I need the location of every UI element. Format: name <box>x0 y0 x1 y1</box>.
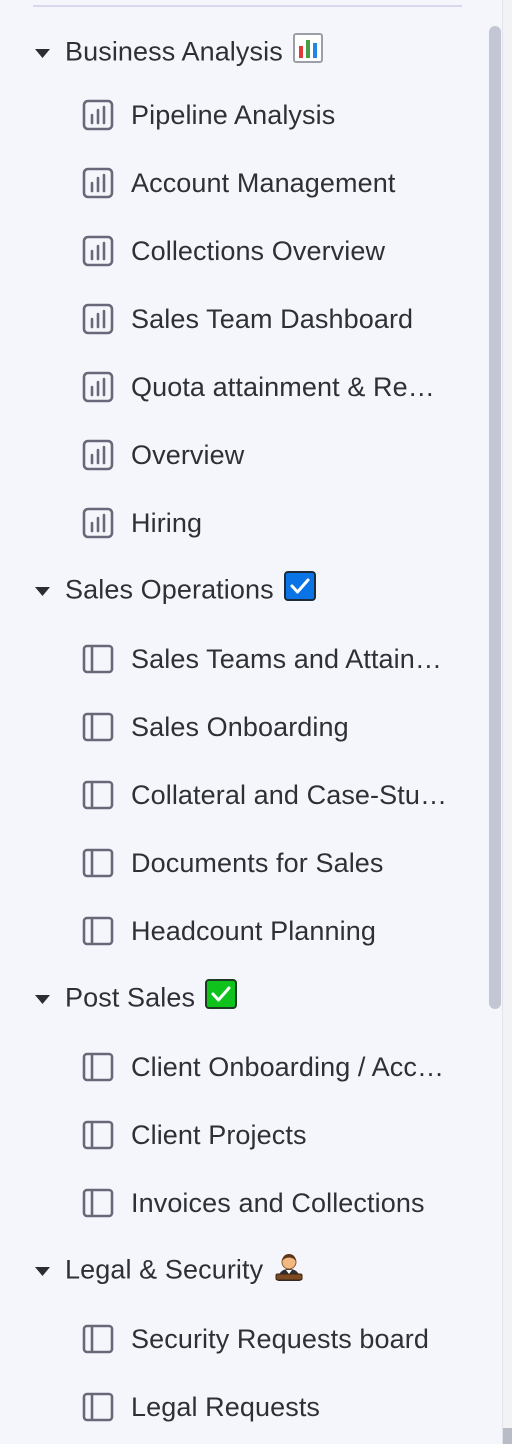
section-title-text: Legal & Security <box>65 1254 264 1285</box>
page-scrollbar-thumb[interactable] <box>503 1428 512 1444</box>
sidebar-item-label: Security Requests board <box>131 1323 429 1354</box>
sidebar-item-collections-overview[interactable]: Collections Overview <box>0 220 470 282</box>
sidebar-item-hiring[interactable]: Hiring <box>0 492 470 554</box>
sidebar-item-security-requests-board[interactable]: Security Requests board <box>0 1308 470 1370</box>
sidebar-item-collateral-and-case-studies[interactable]: Collateral and Case-Stu… <box>0 764 470 826</box>
sidebar-item-label: Headcount Planning <box>131 915 376 946</box>
section-title: Post Sales <box>65 978 238 1018</box>
caret-down-icon[interactable] <box>34 583 51 600</box>
sidebar-item-label: Sales Team Dashboard <box>131 303 414 334</box>
board-icon <box>82 643 114 675</box>
caret-down-icon[interactable] <box>34 991 51 1008</box>
blue-checkbox-emoji-icon <box>283 570 316 608</box>
sidebar-item-client-projects[interactable]: Client Projects <box>0 1104 470 1166</box>
board-icon <box>82 1391 114 1423</box>
sidebar-item-label: Quota attainment & Rep… <box>131 371 449 402</box>
board-icon <box>82 1187 114 1219</box>
sidebar-item-label: Invoices and Collections <box>131 1187 425 1218</box>
sidebar-item-label: Account Management <box>131 167 396 198</box>
section-header-sales-operations[interactable]: Sales Operations <box>0 560 470 622</box>
sidebar-item-account-management[interactable]: Account Management <box>0 152 470 214</box>
sidebar-item-sales-onboarding[interactable]: Sales Onboarding <box>0 696 470 758</box>
board-icon <box>82 915 114 947</box>
sidebar-item-label: Legal Requests <box>131 1391 321 1422</box>
section-title: Sales Operations <box>65 570 316 610</box>
bar-chart-icon <box>82 99 114 131</box>
board-icon <box>82 779 114 811</box>
scrollbar-thumb[interactable] <box>489 26 501 1009</box>
sidebar-item-label: Hiring <box>131 507 203 538</box>
sidebar-item-pipeline-analysis[interactable]: Pipeline Analysis <box>0 84 470 146</box>
bar-chart-icon <box>82 371 114 403</box>
sidebar-item-label: Documents for Sales <box>131 847 384 878</box>
board-icon <box>82 847 114 879</box>
section-header-post-sales[interactable]: Post Sales <box>0 968 470 1030</box>
caret-down-icon[interactable] <box>34 1263 51 1280</box>
sidebar-item-sales-teams-and-attainment[interactable]: Sales Teams and Attain… <box>0 628 470 690</box>
sidebar-item-headcount-planning[interactable]: Headcount Planning <box>0 900 470 962</box>
sidebar-item-label: Collateral and Case-Stu… <box>131 779 448 810</box>
sidebar: Business Analysis Pipeline Analysis Acco… <box>0 0 502 1444</box>
sidebar-item-overview[interactable]: Overview <box>0 424 470 486</box>
board-icon <box>82 1323 114 1355</box>
sidebar-item-label: Client Projects <box>131 1119 307 1150</box>
section-title-text: Post Sales <box>65 982 196 1013</box>
sidebar-item-label: Client Onboarding / Acc… <box>131 1051 445 1082</box>
section-title-text: Business Analysis <box>65 36 283 67</box>
sidebar-item-sales-team-dashboard[interactable]: Sales Team Dashboard <box>0 288 470 350</box>
judge-emoji-icon <box>273 1250 305 1289</box>
bar-chart-icon <box>82 167 114 199</box>
sidebar-item-label: Sales Teams and Attain… <box>131 643 442 674</box>
top-divider <box>33 5 462 7</box>
section-title: Business Analysis <box>65 32 323 72</box>
bar-chart-icon <box>82 507 114 539</box>
sidebar-item-legal-requests[interactable]: Legal Requests <box>0 1376 470 1438</box>
section-header-business-analysis[interactable]: Business Analysis <box>0 22 470 84</box>
bar-chart-icon <box>82 439 114 471</box>
sidebar-item-label: Collections Overview <box>131 235 386 266</box>
sidebar-item-label: Overview <box>131 439 245 470</box>
sidebar-item-quota-attainment[interactable]: Quota attainment & Rep… <box>0 356 470 418</box>
caret-down-icon[interactable] <box>34 45 51 62</box>
sidebar-item-client-onboarding[interactable]: Client Onboarding / Acc… <box>0 1036 470 1098</box>
sidebar-item-label: Pipeline Analysis <box>131 99 336 130</box>
section-title-text: Sales Operations <box>65 574 274 605</box>
board-icon <box>82 711 114 743</box>
bar-chart-icon <box>82 235 114 267</box>
sidebar-item-documents-for-sales[interactable]: Documents for Sales <box>0 832 470 894</box>
page-scrollbar-track[interactable] <box>503 0 512 1444</box>
bar-chart-emoji-icon <box>292 32 323 70</box>
bar-chart-icon <box>82 303 114 335</box>
section-title: Legal & Security <box>65 1252 305 1291</box>
sidebar-item-invoices-and-collections[interactable]: Invoices and Collections <box>0 1172 470 1234</box>
board-icon <box>82 1051 114 1083</box>
green-check-emoji-icon <box>205 978 238 1016</box>
board-icon <box>82 1119 114 1151</box>
sidebar-item-label: Sales Onboarding <box>131 711 349 742</box>
section-header-legal-and-security[interactable]: Legal & Security <box>0 1240 470 1302</box>
